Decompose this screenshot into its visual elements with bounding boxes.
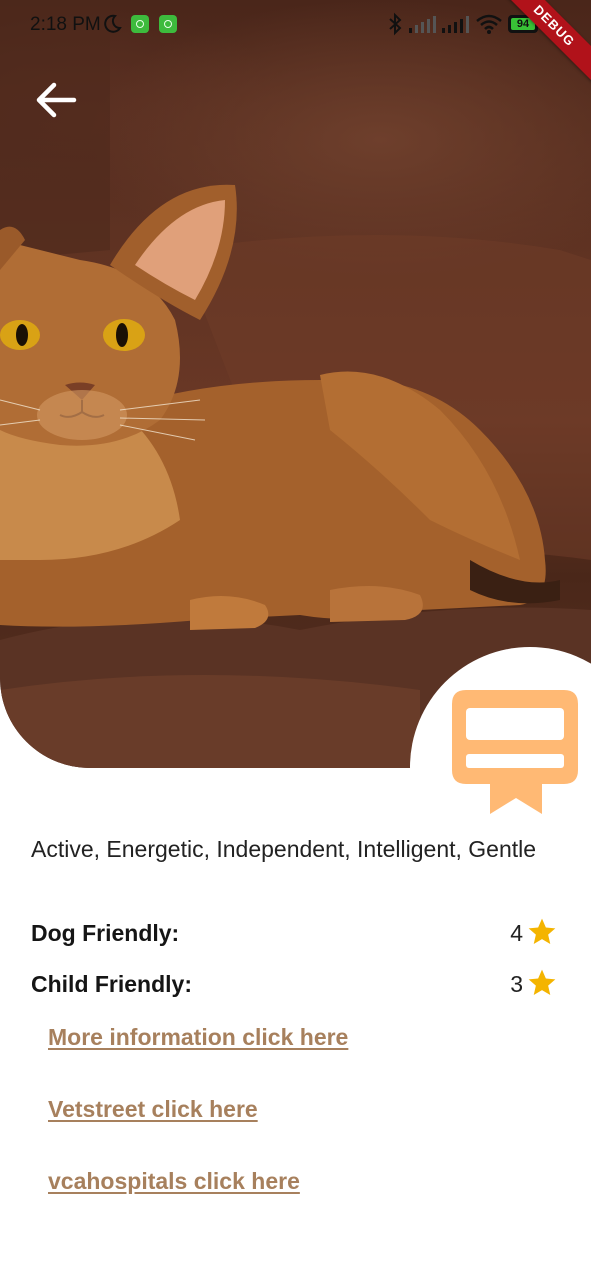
star-icon (528, 918, 556, 944)
child-friendly-row: Child Friendly: 3 (31, 967, 561, 1003)
breed-detail-screen: 2:18 PM 94 DEBUG Active, Energetic, Inde… (0, 0, 591, 1280)
bluetooth-icon (389, 12, 402, 36)
status-time: 2:18 PM (30, 14, 101, 35)
dog-friendly-row: Dog Friendly: 4 (31, 916, 561, 952)
notification-app-icon (159, 15, 177, 33)
signal-icon (442, 16, 469, 33)
rating-label: Child Friendly: (31, 971, 192, 997)
rating-value: 4 (510, 920, 523, 946)
vcahospitals-link[interactable]: vcahospitals click here (48, 1168, 300, 1195)
rating-value: 3 (510, 971, 523, 997)
more-info-link[interactable]: More information click here (48, 1024, 348, 1051)
signal-icon (409, 16, 436, 33)
rating-label: Dog Friendly: (31, 920, 180, 946)
notification-app-icon (131, 15, 149, 33)
badge-icon (452, 690, 578, 814)
star-icon (528, 969, 556, 995)
back-button[interactable] (28, 72, 84, 128)
moon-icon (104, 14, 122, 33)
vetstreet-link[interactable]: Vetstreet click here (48, 1096, 258, 1123)
temperament-text: Active, Energetic, Independent, Intellig… (31, 836, 537, 862)
back-arrow-icon (36, 82, 77, 118)
status-bar: 2:18 PM 94 DEBUG (0, 0, 591, 88)
wifi-icon (476, 14, 502, 34)
